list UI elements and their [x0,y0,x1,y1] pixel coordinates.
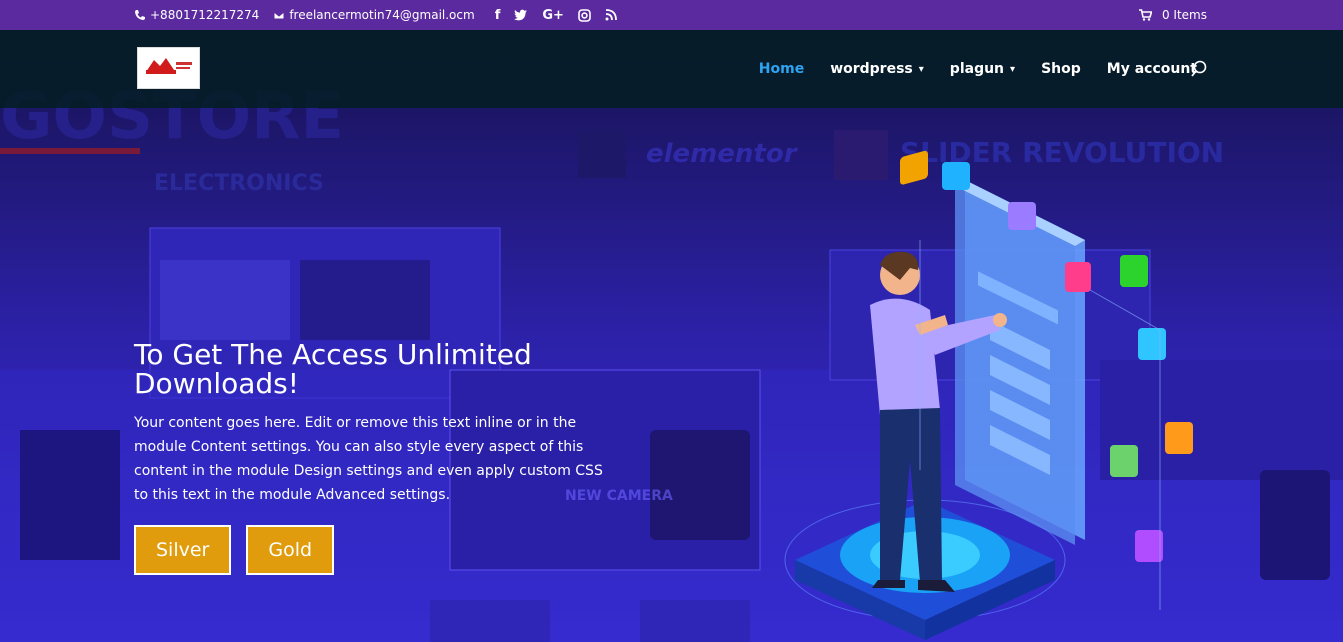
top-bar: +8801712217274 freelancermotin74@gmail.o… [0,0,1343,30]
svg-text:ELECTRONICS: ELECTRONICS [154,171,324,196]
video-app-icon [1165,422,1193,454]
nav-item-label: My account [1106,61,1197,77]
nav-item-label: wordpress [830,61,913,77]
nav-item-label: Shop [1041,61,1081,77]
hero-illustration [784,150,1193,640]
chat-app-icon [1110,445,1138,477]
cart-count: 0 Items [1161,8,1207,22]
email-contact[interactable]: freelancermotin74@gmail.ocm [273,8,475,22]
user-app-icon [1138,328,1166,360]
main-nav: Home wordpress ▾ plagun ▾ Shop My account [0,30,1343,108]
nav-item-wordpress[interactable]: wordpress ▾ [830,61,924,77]
nav-item-label: Home [758,61,805,77]
clock-icon [900,150,928,185]
instagram-icon[interactable] [578,8,591,22]
rss-icon[interactable] [605,9,617,21]
hero-body: Your content goes here. Edit or remove t… [134,414,603,503]
google-plus-icon[interactable]: G+ [542,8,564,23]
hero-title: To Get The Access Unlimited Downloads! [134,338,532,401]
gold-button[interactable]: Gold [246,524,335,575]
nav-item-plagun[interactable]: plagun ▾ [950,61,1015,77]
twitter-icon[interactable] [514,9,528,21]
chevron-down-icon: ▾ [918,63,924,75]
nav-menu: Home wordpress ▾ plagun ▾ Shop My account [759,30,1197,108]
hero-buttons: Silver Gold [134,524,614,575]
lock-app-icon [1065,262,1091,292]
nav-item-label: plagun [949,61,1005,77]
nav-item-shop[interactable]: Shop [1041,61,1081,77]
nav-item-my-account[interactable]: My account [1107,61,1197,77]
phone-icon [135,10,145,20]
phone-contact[interactable]: +8801712217274 [134,8,259,22]
search-icon[interactable] [1191,60,1207,78]
email-icon [273,11,285,20]
phone-number: +8801712217274 [150,8,260,22]
location-app-icon [1135,530,1163,562]
gear-app-icon [1008,202,1036,230]
silver-button[interactable]: Silver [134,524,232,575]
email-address: freelancermotin74@gmail.ocm [289,8,475,22]
chevron-down-icon: ▾ [1010,63,1016,75]
nav-item-home[interactable]: Home [759,61,804,77]
shopping-app-icon [1120,255,1148,287]
hero-content: To Get The Access Unlimited Downloads! Y… [134,340,614,575]
facebook-icon[interactable]: f [495,8,501,23]
contact-info: +8801712217274 freelancermotin74@gmail.o… [134,0,617,30]
logo-image [146,58,192,74]
cart-link[interactable]: 0 Items [1138,0,1207,30]
cart-app-icon [942,162,970,190]
cart-icon [1138,9,1152,21]
social-links: f G+ [495,8,617,23]
site-logo[interactable] [137,47,200,89]
